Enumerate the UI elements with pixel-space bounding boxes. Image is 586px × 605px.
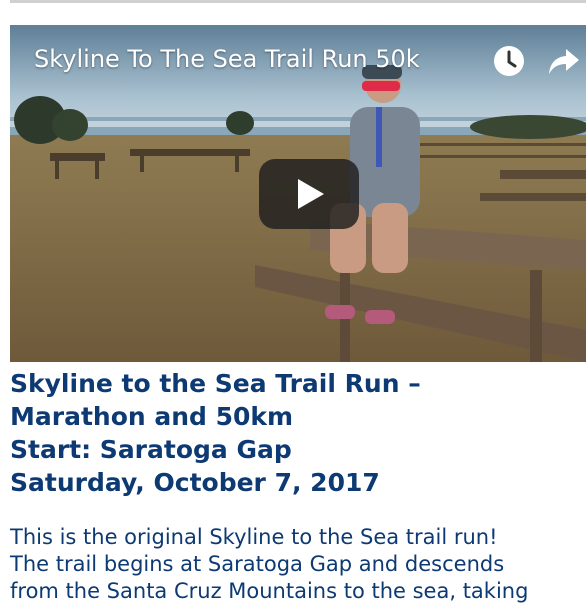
top-divider bbox=[10, 0, 586, 3]
video-title[interactable]: Skyline To The Sea Trail Run 50k bbox=[34, 45, 420, 73]
description-line: from the Santa Cruz Mountains to the sea… bbox=[10, 579, 529, 603]
clock-icon[interactable] bbox=[492, 44, 526, 78]
heading-line: Marathon and 50km bbox=[10, 402, 294, 431]
heading-line: Saturday, October 7, 2017 bbox=[10, 468, 380, 497]
play-icon bbox=[298, 179, 324, 209]
share-arrow-icon[interactable] bbox=[547, 46, 581, 76]
event-heading: Skyline to the Sea Trail Run – Marathon … bbox=[10, 367, 580, 499]
description-line: The trail begins at Saratoga Gap and des… bbox=[10, 552, 505, 576]
event-description: This is the original Skyline to the Sea … bbox=[10, 524, 586, 605]
description-line: This is the original Skyline to the Sea … bbox=[10, 525, 498, 549]
heading-line: Start: Saratoga Gap bbox=[10, 435, 292, 464]
play-button[interactable] bbox=[259, 159, 359, 229]
heading-line: Skyline to the Sea Trail Run – bbox=[10, 369, 421, 398]
video-player[interactable]: Skyline To The Sea Trail Run 50k bbox=[10, 25, 586, 362]
